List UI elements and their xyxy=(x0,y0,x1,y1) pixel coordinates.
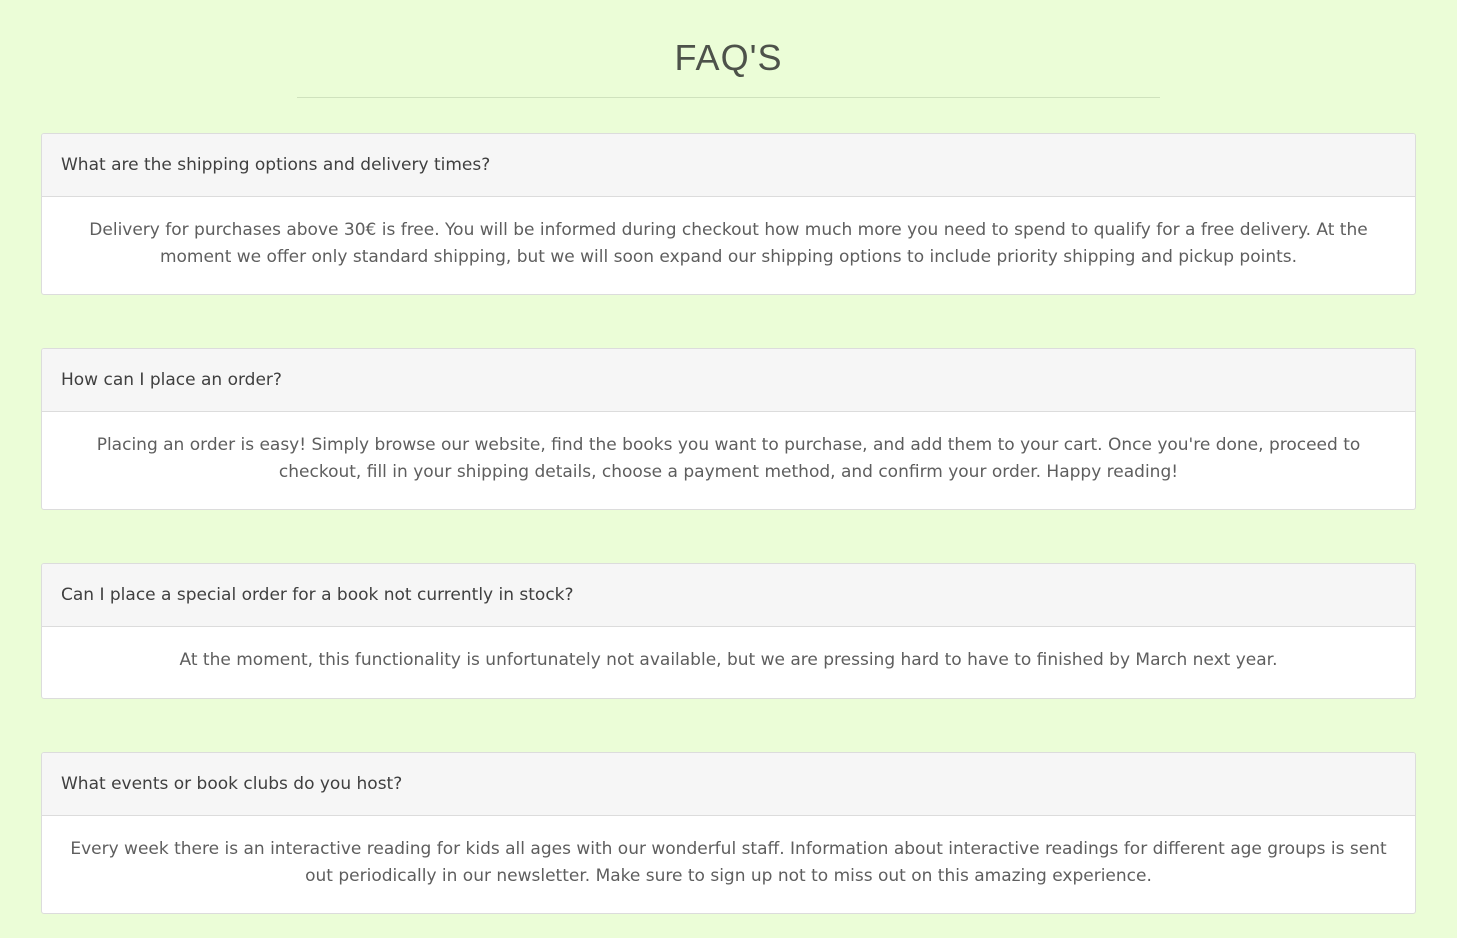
faq-answer-place-order: Placing an order is easy! Simply browse … xyxy=(96,435,1361,482)
faq-question-shipping[interactable]: What are the shipping options and delive… xyxy=(42,134,1415,197)
faq-question-events[interactable]: What events or book clubs do you host? xyxy=(42,753,1415,816)
faq-card-place-order: How can I place an order? Placing an ord… xyxy=(41,348,1416,510)
faq-answer-shipping: Delivery for purchases above 30€ is free… xyxy=(89,220,1368,267)
faq-answer-special-order: At the moment, this functionality is unf… xyxy=(179,650,1278,670)
faq-card-events: What events or book clubs do you host? E… xyxy=(41,752,1416,914)
faq-question-special-order[interactable]: Can I place a special order for a book n… xyxy=(42,564,1415,627)
faq-card-special-order: Can I place a special order for a book n… xyxy=(41,563,1416,699)
page-title: FAQ'S xyxy=(674,37,783,78)
faq-question-place-order[interactable]: How can I place an order? xyxy=(42,349,1415,412)
title-divider xyxy=(297,97,1160,98)
faq-card-shipping: What are the shipping options and delive… xyxy=(41,133,1416,295)
faq-answer-events: Every week there is an interactive readi… xyxy=(70,839,1387,886)
